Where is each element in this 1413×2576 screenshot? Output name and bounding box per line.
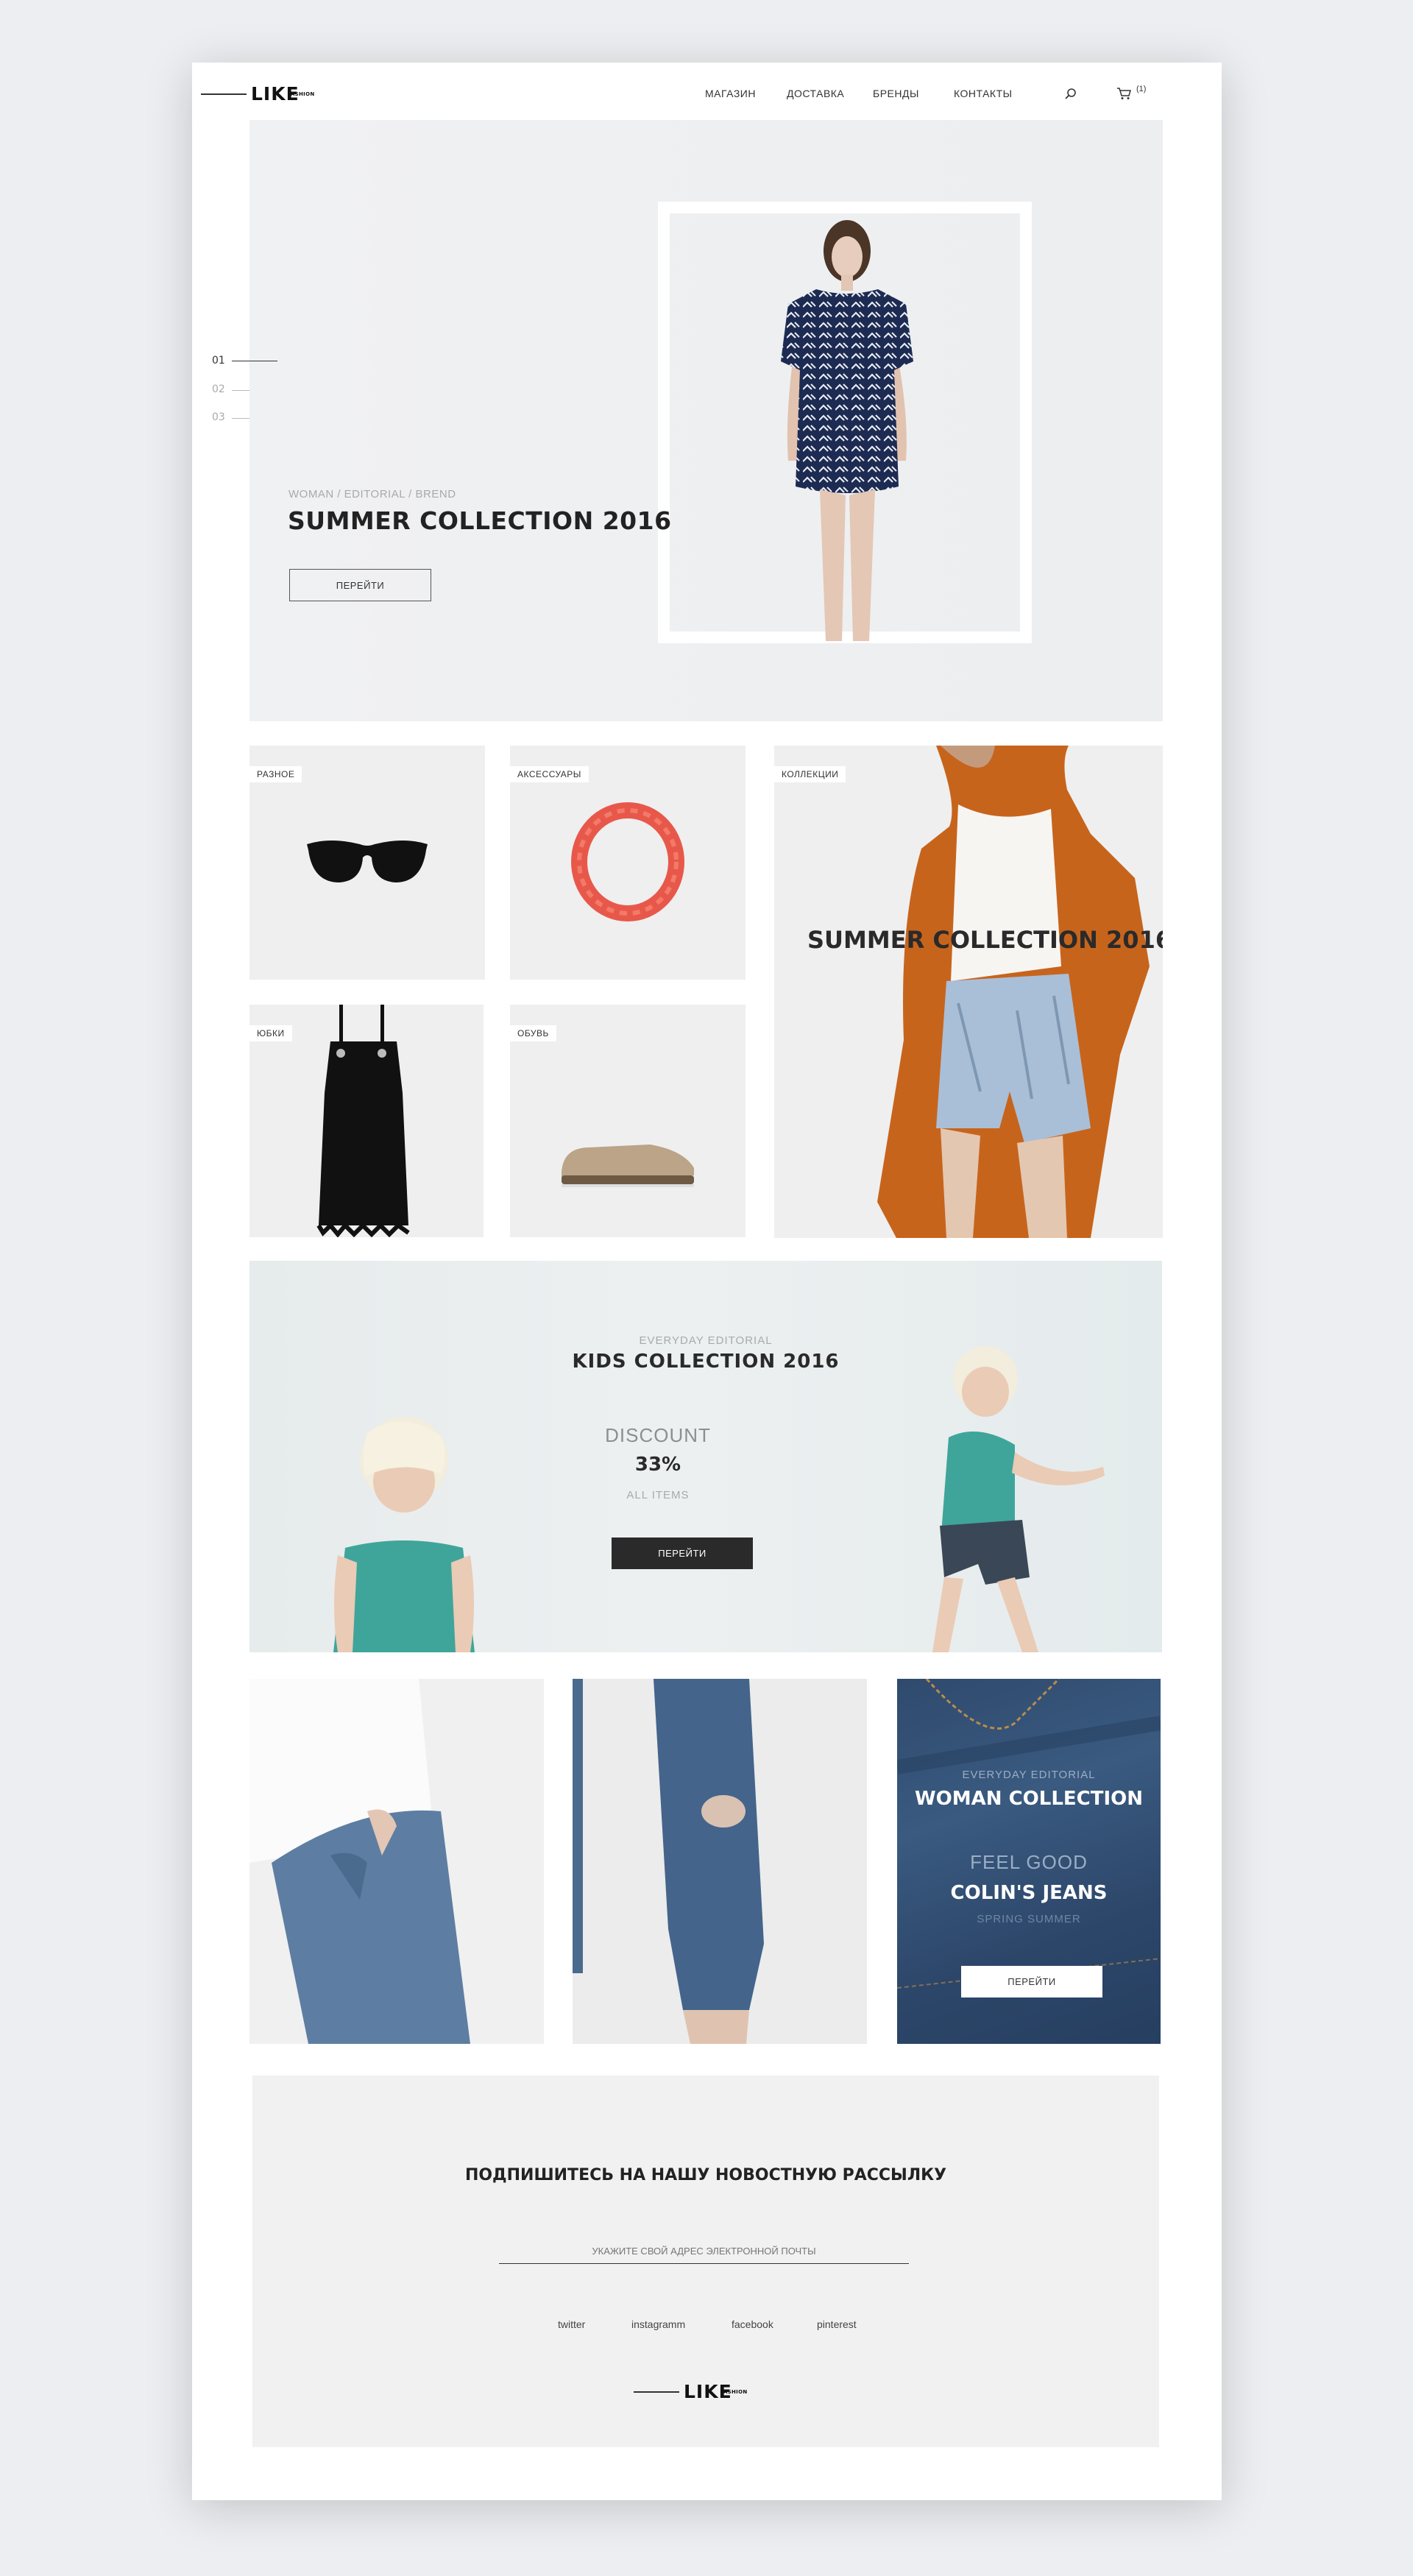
espadrille-image [562,1144,694,1187]
jeans-ripped-image [573,1679,764,2044]
woman-kicker: EVERYDAY EDITORIAL [962,1769,1096,1781]
search-icon[interactable] [1064,88,1077,101]
nav-contacts[interactable]: КОНТАКТЫ [954,88,1013,99]
kid-right-image [932,1346,1105,1652]
newsletter-title: ПОДПИШИТЕСЬ НА НАШУ НОВОСТНУЮ РАССЫЛКУ [464,2166,947,2184]
headband-image [571,802,684,921]
tile-shoes[interactable]: ОБУВЬ [510,1005,746,1237]
hero-model-image [781,220,913,641]
tag-collections: КОЛЛЕКЦИИ [774,766,846,782]
woman-title: WOMAN COLLECTION [914,1788,1144,1810]
hero-breadcrumb: WOMAN / EDITORIAL / BREND [288,488,456,500]
nav-shop[interactable]: МАГАЗИН [705,88,756,99]
fringe-bag-image [316,1005,410,1237]
page-card: LIKE FASHION МАГАЗИН ДОСТАВКА БРЕНДЫ КОН… [192,63,1222,2500]
social-twitter[interactable]: twitter [558,2318,585,2330]
woman-feel: FEEL GOOD [970,1851,1088,1873]
slide-indicator-2-label[interactable]: 02 [212,383,225,395]
discount-note: ALL ITEMS [626,1489,690,1501]
cart-icon[interactable] [1116,86,1133,101]
newsletter-section: ПОДПИШИТЕСЬ НА НАШУ НОВОСТНУЮ РАССЫЛКУ t… [252,2076,1159,2447]
slide-indicator-3-label[interactable]: 03 [212,411,225,423]
hero-slider: 01 02 03 WOMAN / EDITORIAL / BREND SUMME… [249,120,1163,721]
kids-go-button[interactable]: ПЕРЕЙТИ [612,1538,753,1569]
newsletter-email-input[interactable] [499,2239,909,2264]
discount-value: 33% [634,1454,681,1476]
footer-logo-sub: FASHION [720,2388,748,2395]
social-pinterest[interactable]: pinterest [817,2318,857,2330]
kids-banner: EVERYDAY EDITORIAL KIDS COLLECTION 2016 … [249,1261,1162,1652]
jeans-photo-1[interactable] [249,1679,544,2044]
tile-collections[interactable]: КОЛЛЕКЦИИ SUMMER COLLECTION 2016 [774,746,1163,1238]
cart-count: (1) [1136,85,1147,93]
logo[interactable]: LIKE FASHION [201,83,315,105]
tag-misc: РАЗНОЕ [249,766,302,782]
kids-kicker: EVERYDAY EDITORIAL [639,1334,773,1347]
woman-go-button[interactable]: ПЕРЕЙТИ [961,1966,1102,1998]
discount-label: DISCOUNT [605,1424,711,1446]
hero-go-button[interactable]: ПЕРЕЙТИ [289,569,431,601]
tile-skirts[interactable]: ЮБКИ [249,1005,484,1237]
woman-product: COLIN'S JEANS [950,1882,1108,1904]
tag-skirts: ЮБКИ [249,1025,292,1041]
woman-collection-banner: EVERYDAY EDITORIAL WOMAN COLLECTION FEEL… [897,1679,1161,2044]
collection-tile-title: SUMMER COLLECTION 2016 [807,926,1163,954]
sunglasses-image [307,841,428,882]
slide-indicator-1-label[interactable]: 01 [212,355,225,367]
collection-model-image [877,746,1150,1238]
nav-brands[interactable]: БРЕНДЫ [873,88,919,99]
footer-logo[interactable]: LIKE FASHION [634,2381,748,2402]
jeans-back-image [249,1679,470,2044]
woman-season: SPRING SUMMER [977,1913,1081,1925]
kids-title: KIDS COLLECTION 2016 [572,1351,840,1373]
social-instagram[interactable]: instagramm [631,2318,685,2330]
tile-misc[interactable]: РАЗНОЕ [249,746,485,980]
tile-accessories[interactable]: АКСЕССУАРЫ [510,746,746,980]
social-facebook[interactable]: facebook [732,2318,773,2330]
nav-delivery[interactable]: ДОСТАВКА [787,88,844,99]
tag-accessories: АКСЕССУАРЫ [510,766,589,782]
kid-left-image [333,1417,475,1652]
jeans-photo-2[interactable] [573,1679,867,2044]
hero-title: SUMMER COLLECTION 2016 [288,506,672,535]
tag-shoes: ОБУВЬ [510,1025,556,1041]
logo-sub: FASHION [287,91,315,97]
